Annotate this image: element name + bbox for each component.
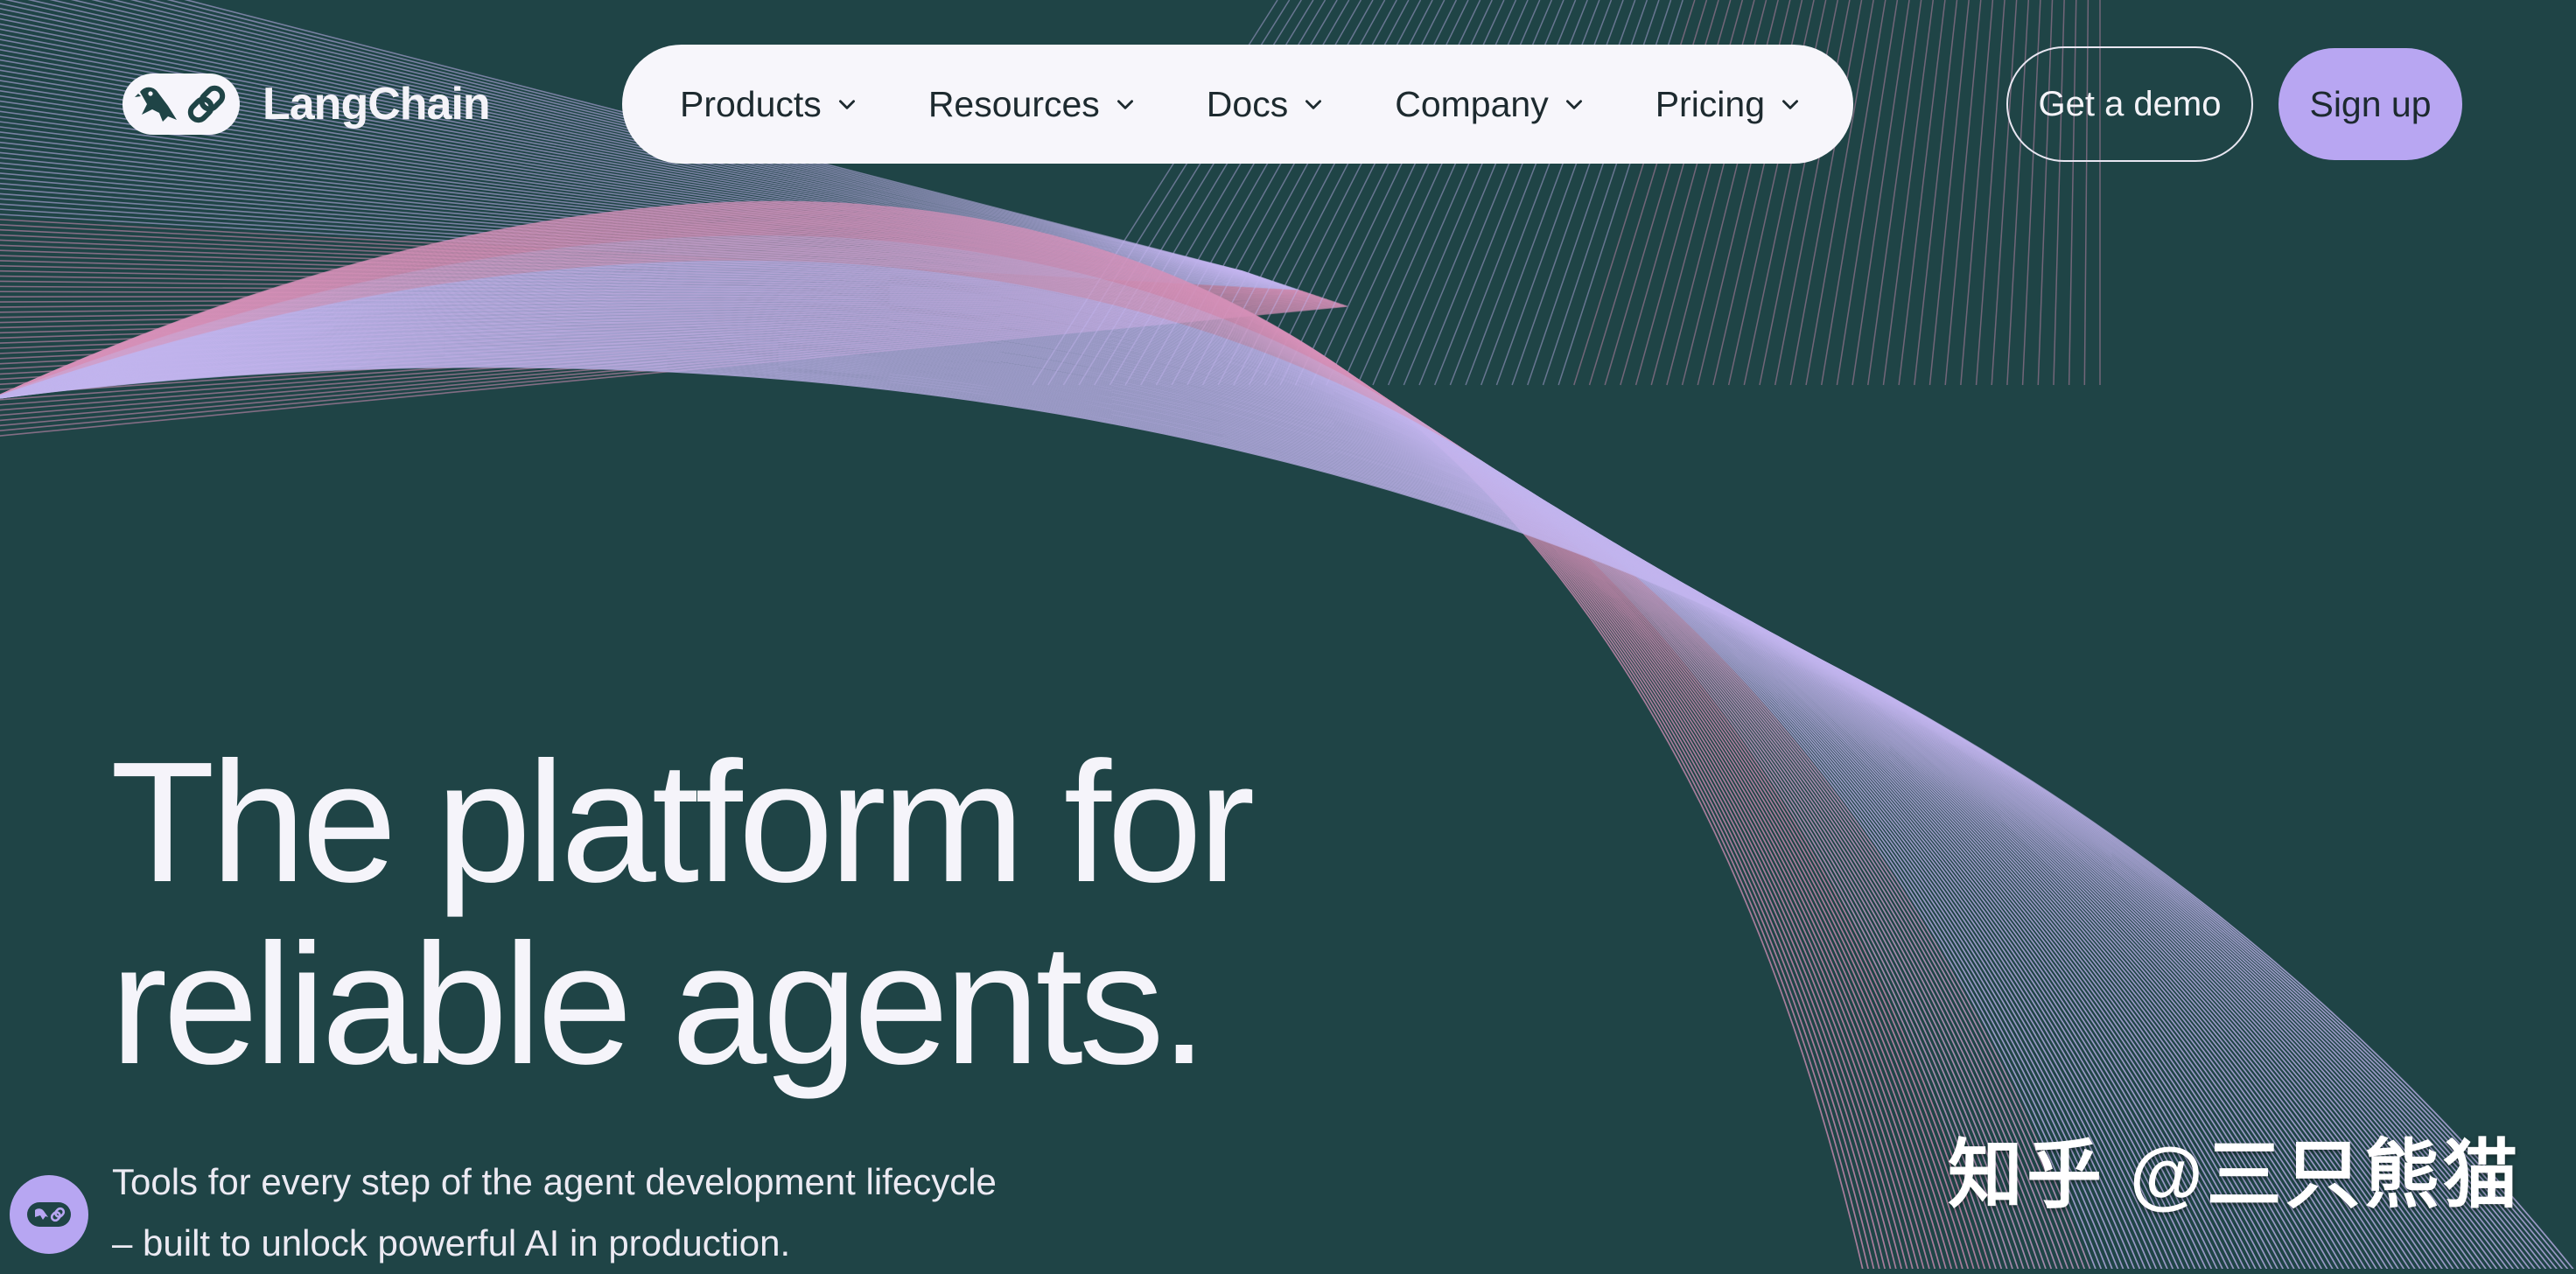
- hero-subtitle-line-1: Tools for every step of the agent develo…: [112, 1161, 997, 1202]
- nav-products[interactable]: Products: [680, 84, 858, 125]
- chevron-down-icon: [1782, 100, 1799, 109]
- hero-title-line-2: reliable agents.: [110, 908, 1208, 1100]
- get-demo-button[interactable]: Get a demo: [2006, 46, 2253, 162]
- nav-item-label: Docs: [1206, 83, 1289, 124]
- nav-company[interactable]: Company: [1395, 84, 1585, 125]
- chevron-down-icon: [1116, 100, 1133, 109]
- nav-item-label: Pricing: [1655, 83, 1766, 124]
- chat-widget-button[interactable]: [10, 1175, 88, 1254]
- logo[interactable]: LangChain: [122, 74, 491, 135]
- nav-item-label: Company: [1395, 83, 1549, 124]
- hero-subtitle: Tools for every step of the agent develo…: [112, 1152, 997, 1274]
- chevron-down-icon: [1565, 100, 1582, 109]
- langchain-chat-icon: [27, 1202, 71, 1227]
- hero-title: The platform for reliable agents.: [110, 726, 1255, 1100]
- logo-badge: [122, 74, 240, 135]
- nav-docs[interactable]: Docs: [1207, 84, 1325, 125]
- nav-item-label: Products: [680, 83, 822, 124]
- chevron-down-icon: [838, 100, 855, 109]
- nav-pricing[interactable]: Pricing: [1656, 84, 1802, 125]
- main-nav: Products Resources Docs Company Pricing: [622, 45, 1853, 164]
- watermark: 知乎 @三只熊猫: [1948, 1133, 2522, 1217]
- chevron-down-icon: [1306, 100, 1322, 109]
- link-icon: [187, 85, 226, 123]
- brand-name: LangChain: [262, 79, 491, 130]
- nav-item-label: Resources: [928, 83, 1100, 124]
- hero-title-line-1: The platform for: [110, 726, 1255, 918]
- sign-up-button[interactable]: Sign up: [2278, 48, 2462, 160]
- nav-resources[interactable]: Resources: [928, 84, 1137, 125]
- parrot-icon: [135, 87, 177, 122]
- hero-subtitle-line-2: – built to unlock powerful AI in product…: [112, 1222, 791, 1264]
